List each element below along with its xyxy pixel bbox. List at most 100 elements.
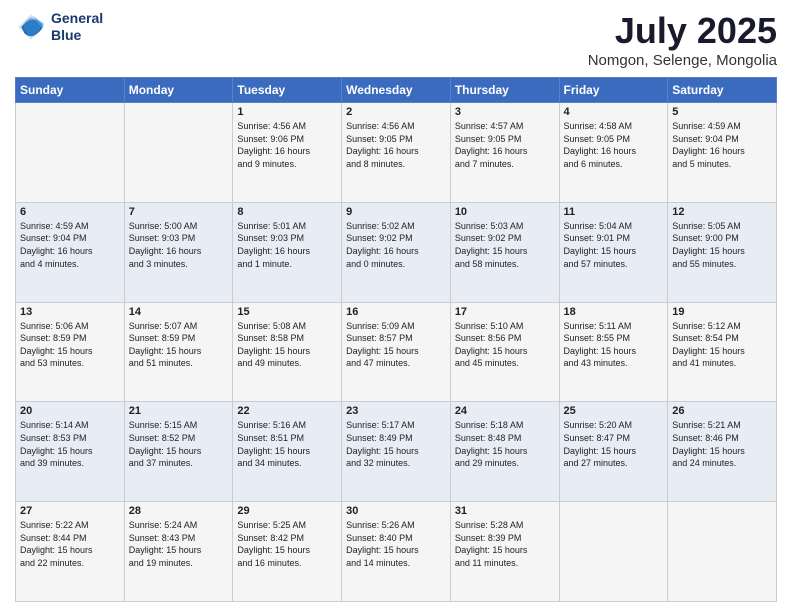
calendar-cell: 10Sunrise: 5:03 AM Sunset: 9:02 PM Dayli… <box>450 202 559 302</box>
calendar-cell: 17 Sunrise: 5:10 AM Sunset: 8:56 PM Dayli… <box>450 302 559 402</box>
weekday-header: Friday <box>559 78 668 103</box>
day-number: 31 <box>455 505 555 517</box>
day-info: Sunrise: 4:56 AM Sunset: 9:06 PM Dayligh… <box>237 120 337 170</box>
day-info: Sunrise: 5:16 AM Sunset: 8:51 PM Dayligh… <box>237 419 337 469</box>
calendar-cell: 16 Sunrise: 5:09 AM Sunset: 8:57 PM Dayli… <box>342 302 451 402</box>
weekday-header: Saturday <box>668 78 777 103</box>
calendar-cell: 28 Sunrise: 5:24 AM Sunset: 8:43 PM Dayli… <box>124 502 233 602</box>
day-number: 15 <box>237 306 337 318</box>
day-info: Sunrise: 5:04 AM Sunset: 9:01 PM Dayligh… <box>564 220 664 270</box>
day-info: Sunrise: 5:05 AM Sunset: 9:00 PM Dayligh… <box>672 220 772 270</box>
day-number: 30 <box>346 505 446 517</box>
calendar-cell <box>124 103 233 203</box>
day-number: 21 <box>129 405 229 417</box>
calendar-cell: 23 Sunrise: 5:17 AM Sunset: 8:49 PM Dayli… <box>342 402 451 502</box>
calendar-cell: 14Sunrise: 5:07 AM Sunset: 8:59 PM Dayli… <box>124 302 233 402</box>
day-number: 6 <box>20 206 120 218</box>
calendar-cell: 7 Sunrise: 5:00 AM Sunset: 9:03 PM Daylig… <box>124 202 233 302</box>
day-info: Sunrise: 5:03 AM Sunset: 9:02 PM Dayligh… <box>455 220 555 270</box>
day-number: 27 <box>20 505 120 517</box>
calendar-cell: 26Sunrise: 5:21 AM Sunset: 8:46 PM Dayli… <box>668 402 777 502</box>
day-number: 16 <box>346 306 446 318</box>
calendar-cell <box>559 502 668 602</box>
day-info: Sunrise: 5:12 AM Sunset: 8:54 PM Dayligh… <box>672 320 772 370</box>
day-info: Sunrise: 4:56 AM Sunset: 9:05 PM Dayligh… <box>346 120 446 170</box>
calendar-cell: 20Sunrise: 5:14 AM Sunset: 8:53 PM Dayli… <box>16 402 125 502</box>
day-info: Sunrise: 5:15 AM Sunset: 8:52 PM Dayligh… <box>129 419 229 469</box>
calendar-cell: 25 Sunrise: 5:20 AM Sunset: 8:47 PM Dayli… <box>559 402 668 502</box>
calendar-week-row: 27Sunrise: 5:22 AM Sunset: 8:44 PM Dayli… <box>16 502 777 602</box>
day-number: 17 <box>455 306 555 318</box>
calendar-cell: 15 Sunrise: 5:08 AM Sunset: 8:58 PM Dayli… <box>233 302 342 402</box>
calendar-week-row: 13Sunrise: 5:06 AM Sunset: 8:59 PM Dayli… <box>16 302 777 402</box>
day-info: Sunrise: 5:02 AM Sunset: 9:02 PM Dayligh… <box>346 220 446 270</box>
day-number: 7 <box>129 206 229 218</box>
calendar-cell: 29 Sunrise: 5:25 AM Sunset: 8:42 PM Dayli… <box>233 502 342 602</box>
day-info: Sunrise: 5:10 AM Sunset: 8:56 PM Dayligh… <box>455 320 555 370</box>
day-info: Sunrise: 5:17 AM Sunset: 8:49 PM Dayligh… <box>346 419 446 469</box>
day-number: 12 <box>672 206 772 218</box>
calendar-cell: 12 Sunrise: 5:05 AM Sunset: 9:00 PM Dayli… <box>668 202 777 302</box>
day-number: 4 <box>564 106 664 118</box>
day-number: 22 <box>237 405 337 417</box>
calendar-week-row: 1 Sunrise: 4:56 AM Sunset: 9:06 PM Daylig… <box>16 103 777 203</box>
weekday-header: Wednesday <box>342 78 451 103</box>
day-number: 11 <box>564 206 664 218</box>
day-info: Sunrise: 5:06 AM Sunset: 8:59 PM Dayligh… <box>20 320 120 370</box>
day-number: 28 <box>129 505 229 517</box>
weekday-header: Tuesday <box>233 78 342 103</box>
calendar-week-row: 20Sunrise: 5:14 AM Sunset: 8:53 PM Dayli… <box>16 402 777 502</box>
day-number: 14 <box>129 306 229 318</box>
header: General Blue July 2025 Nomgon, Selenge, … <box>15 10 777 69</box>
day-number: 1 <box>237 106 337 118</box>
day-info: Sunrise: 5:00 AM Sunset: 9:03 PM Dayligh… <box>129 220 229 270</box>
calendar-cell: 9 Sunrise: 5:02 AM Sunset: 9:02 PM Daylig… <box>342 202 451 302</box>
calendar-cell: 18 Sunrise: 5:11 AM Sunset: 8:55 PM Dayli… <box>559 302 668 402</box>
day-info: Sunrise: 5:08 AM Sunset: 8:58 PM Dayligh… <box>237 320 337 370</box>
calendar-cell: 22 Sunrise: 5:16 AM Sunset: 8:51 PM Dayli… <box>233 402 342 502</box>
weekday-header-row: SundayMondayTuesdayWednesdayThursdayFrid… <box>16 78 777 103</box>
calendar-cell: 6 Sunrise: 4:59 AM Sunset: 9:04 PM Daylig… <box>16 202 125 302</box>
day-number: 18 <box>564 306 664 318</box>
day-info: Sunrise: 5:09 AM Sunset: 8:57 PM Dayligh… <box>346 320 446 370</box>
calendar-cell: 13Sunrise: 5:06 AM Sunset: 8:59 PM Dayli… <box>16 302 125 402</box>
logo-icon <box>15 11 47 43</box>
calendar-cell: 21 Sunrise: 5:15 AM Sunset: 8:52 PM Dayli… <box>124 402 233 502</box>
day-number: 29 <box>237 505 337 517</box>
calendar-cell: 30 Sunrise: 5:26 AM Sunset: 8:40 PM Dayli… <box>342 502 451 602</box>
day-number: 26 <box>672 405 772 417</box>
day-info: Sunrise: 4:59 AM Sunset: 9:04 PM Dayligh… <box>20 220 120 270</box>
day-number: 2 <box>346 106 446 118</box>
day-number: 5 <box>672 106 772 118</box>
day-info: Sunrise: 5:24 AM Sunset: 8:43 PM Dayligh… <box>129 519 229 569</box>
weekday-header: Monday <box>124 78 233 103</box>
day-info: Sunrise: 5:14 AM Sunset: 8:53 PM Dayligh… <box>20 419 120 469</box>
day-info: Sunrise: 5:18 AM Sunset: 8:48 PM Dayligh… <box>455 419 555 469</box>
day-info: Sunrise: 5:26 AM Sunset: 8:40 PM Dayligh… <box>346 519 446 569</box>
calendar-cell: 31 Sunrise: 5:28 AM Sunset: 8:39 PM Dayli… <box>450 502 559 602</box>
calendar-cell: 27Sunrise: 5:22 AM Sunset: 8:44 PM Dayli… <box>16 502 125 602</box>
calendar-cell: 3Sunrise: 4:57 AM Sunset: 9:05 PM Daylig… <box>450 103 559 203</box>
calendar-cell: 24 Sunrise: 5:18 AM Sunset: 8:48 PM Dayli… <box>450 402 559 502</box>
calendar-cell: 8Sunrise: 5:01 AM Sunset: 9:03 PM Daylig… <box>233 202 342 302</box>
logo-text: General Blue <box>51 10 103 44</box>
day-info: Sunrise: 4:59 AM Sunset: 9:04 PM Dayligh… <box>672 120 772 170</box>
day-info: Sunrise: 5:28 AM Sunset: 8:39 PM Dayligh… <box>455 519 555 569</box>
calendar-cell <box>668 502 777 602</box>
day-info: Sunrise: 5:01 AM Sunset: 9:03 PM Dayligh… <box>237 220 337 270</box>
day-number: 9 <box>346 206 446 218</box>
day-number: 25 <box>564 405 664 417</box>
day-info: Sunrise: 5:25 AM Sunset: 8:42 PM Dayligh… <box>237 519 337 569</box>
calendar-cell: 2 Sunrise: 4:56 AM Sunset: 9:05 PM Daylig… <box>342 103 451 203</box>
calendar-week-row: 6 Sunrise: 4:59 AM Sunset: 9:04 PM Daylig… <box>16 202 777 302</box>
calendar-cell: 1 Sunrise: 4:56 AM Sunset: 9:06 PM Daylig… <box>233 103 342 203</box>
title-block: July 2025 Nomgon, Selenge, Mongolia <box>588 10 777 69</box>
day-number: 23 <box>346 405 446 417</box>
day-number: 24 <box>455 405 555 417</box>
day-info: Sunrise: 5:11 AM Sunset: 8:55 PM Dayligh… <box>564 320 664 370</box>
day-number: 3 <box>455 106 555 118</box>
day-info: Sunrise: 4:58 AM Sunset: 9:05 PM Dayligh… <box>564 120 664 170</box>
day-info: Sunrise: 5:20 AM Sunset: 8:47 PM Dayligh… <box>564 419 664 469</box>
calendar-cell: 11 Sunrise: 5:04 AM Sunset: 9:01 PM Dayli… <box>559 202 668 302</box>
location: Nomgon, Selenge, Mongolia <box>588 52 777 69</box>
